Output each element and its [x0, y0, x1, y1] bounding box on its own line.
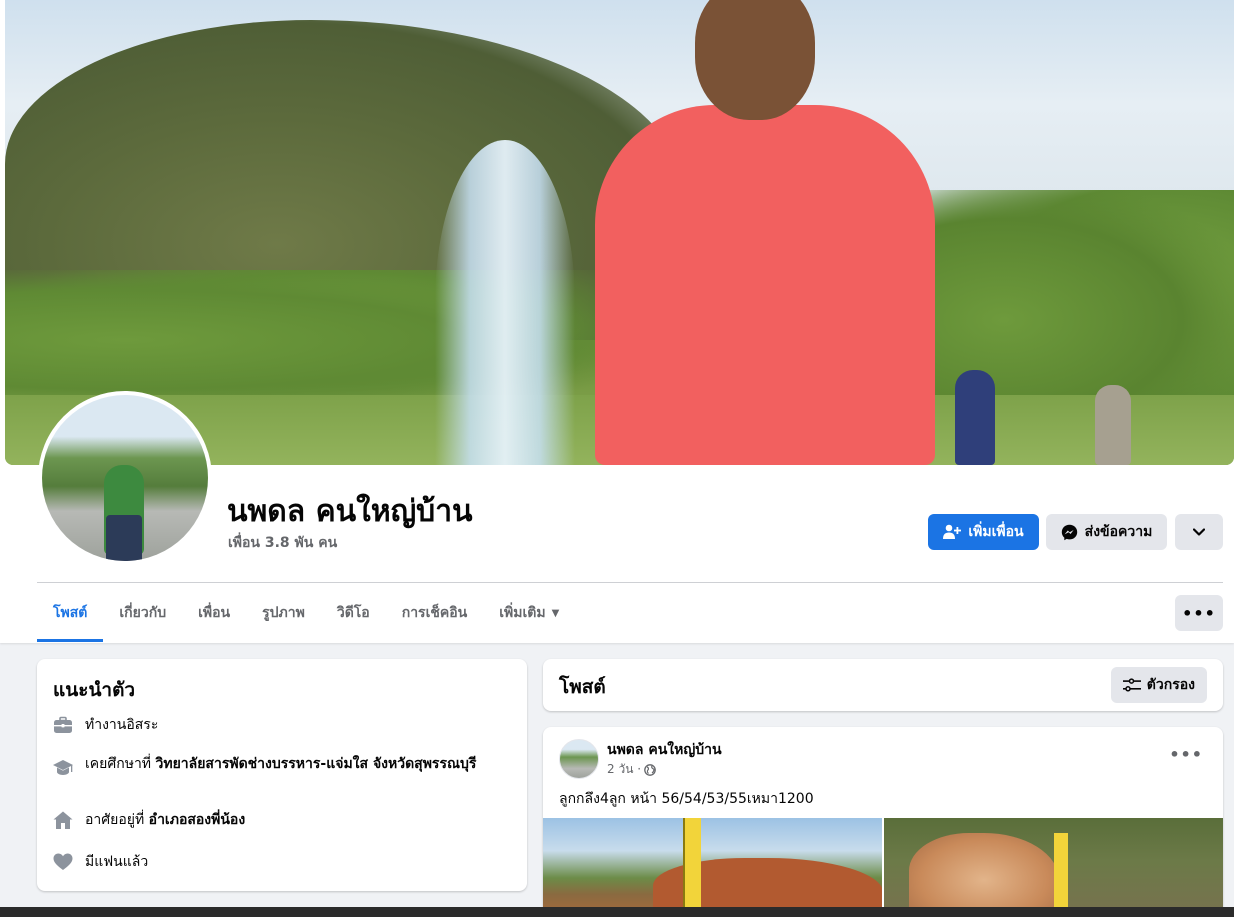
intro-lives-text: อาศัยอยู่ที่ อำเภอสองพี่น้อง	[85, 810, 245, 830]
messenger-icon	[1061, 524, 1077, 540]
tab-label: เพื่อน	[198, 605, 231, 621]
more-actions-button[interactable]	[1175, 514, 1223, 550]
intro-work: ทำงานอิสระ	[53, 715, 513, 735]
profile-name: นพดล คนใหญ่บ้าน	[227, 494, 473, 529]
graduation-cap-icon	[53, 760, 73, 775]
os-taskbar	[0, 907, 1234, 917]
tab-videos[interactable]: วิดีโอ	[321, 584, 386, 642]
intro-education-school[interactable]: วิทยาลัยสารพัดช่างบรรหาร-แจ่มใส จังหวัดส…	[156, 756, 477, 772]
profile-header: นพดล คนใหญ่บ้าน เพื่อน 3.8 พัน คน เพิ่มเ…	[0, 0, 1234, 643]
header-divider	[37, 582, 1223, 583]
tab-label: โพสต์	[53, 605, 88, 621]
intro-work-text: ทำงานอิสระ	[85, 717, 159, 733]
post-meta: 2 วัน ·	[607, 760, 656, 779]
intro-education-prefix: เคยศึกษาที่	[85, 756, 156, 772]
more-dots-icon: •••	[1182, 603, 1216, 623]
friends-count[interactable]: เพื่อน 3.8 พัน คน	[228, 532, 337, 554]
tab-label: วิดีโอ	[336, 605, 370, 621]
chevron-down-icon	[1193, 528, 1205, 536]
profile-avatar[interactable]	[38, 391, 212, 565]
intro-relationship: มีแฟนแล้ว	[53, 852, 513, 872]
profile-tabs: โพสต์ เกี่ยวกับ เพื่อน รูปภาพ วิดีโอ การ…	[37, 584, 575, 642]
tab-friends[interactable]: เพื่อน	[182, 584, 246, 642]
send-message-label: ส่งข้อความ	[1084, 524, 1153, 540]
tab-more[interactable]: เพิ่มเติม ▼	[483, 584, 575, 642]
tab-photos[interactable]: รูปภาพ	[246, 584, 321, 642]
home-icon	[53, 811, 73, 829]
profile-options-button[interactable]: •••	[1175, 595, 1223, 631]
send-message-button[interactable]: ส่งข้อความ	[1046, 514, 1167, 550]
intro-title: แนะนำตัว	[53, 679, 136, 701]
intro-lives: อาศัยอยู่ที่ อำเภอสองพี่น้อง	[53, 810, 513, 830]
intro-relationship-text: มีแฟนแล้ว	[85, 854, 149, 870]
post-author-avatar[interactable]	[559, 739, 599, 779]
tab-label: รูปภาพ	[262, 605, 305, 621]
briefcase-icon	[54, 716, 72, 733]
posts-title: โพสต์	[559, 676, 606, 698]
intro-card: แนะนำตัว ทำงานอิสระ เคยศึกษาที่ วิทยาลัย…	[37, 659, 527, 891]
filter-icon	[1122, 678, 1141, 692]
filter-button[interactable]: ตัวกรอง	[1110, 667, 1207, 703]
tab-checkins[interactable]: การเช็คอิน	[386, 584, 484, 642]
post-text: ลูกกลึง4ลูก หน้า 56/54/53/55เหมา1200	[559, 791, 814, 807]
tab-about[interactable]: เกี่ยวกับ	[103, 584, 182, 642]
add-friend-label: เพิ่มเพื่อน	[968, 524, 1024, 540]
post-photo[interactable]	[543, 818, 882, 917]
cover-photo[interactable]	[5, 0, 1234, 465]
caret-down-icon: ▼	[551, 607, 560, 619]
heart-icon	[53, 853, 73, 870]
intro-lives-place[interactable]: อำเภอสองพี่น้อง	[149, 812, 246, 828]
post-options-button[interactable]: •••	[1169, 745, 1203, 764]
tab-posts[interactable]: โพสต์	[37, 584, 104, 642]
post-card: นพดล คนใหญ่บ้าน 2 วัน · ••• ลูกกลึง4ลูก …	[543, 727, 1223, 917]
tab-label: เกี่ยวกับ	[119, 605, 167, 621]
intro-education: เคยศึกษาที่ วิทยาลัยสารพัดช่างบรรหาร-แจ่…	[53, 754, 513, 778]
filter-label: ตัวกรอง	[1146, 677, 1195, 693]
intro-education-text: เคยศึกษาที่ วิทยาลัยสารพัดช่างบรรหาร-แจ่…	[85, 754, 476, 774]
intro-lives-prefix: อาศัยอยู่ที่	[85, 812, 149, 828]
globe-icon	[644, 763, 656, 776]
post-author-name[interactable]: นพดล คนใหญ่บ้าน	[607, 739, 722, 761]
post-photo[interactable]	[884, 818, 1223, 917]
tab-label: การเช็คอิน	[401, 605, 468, 621]
add-friend-button[interactable]: เพิ่มเพื่อน	[928, 514, 1039, 550]
add-friend-icon	[943, 524, 962, 539]
posts-header-card: โพสต์ ตัวกรอง	[543, 659, 1223, 711]
post-timestamp[interactable]: 2 วัน ·	[607, 760, 641, 779]
tab-label: เพิ่มเติม	[499, 605, 546, 621]
